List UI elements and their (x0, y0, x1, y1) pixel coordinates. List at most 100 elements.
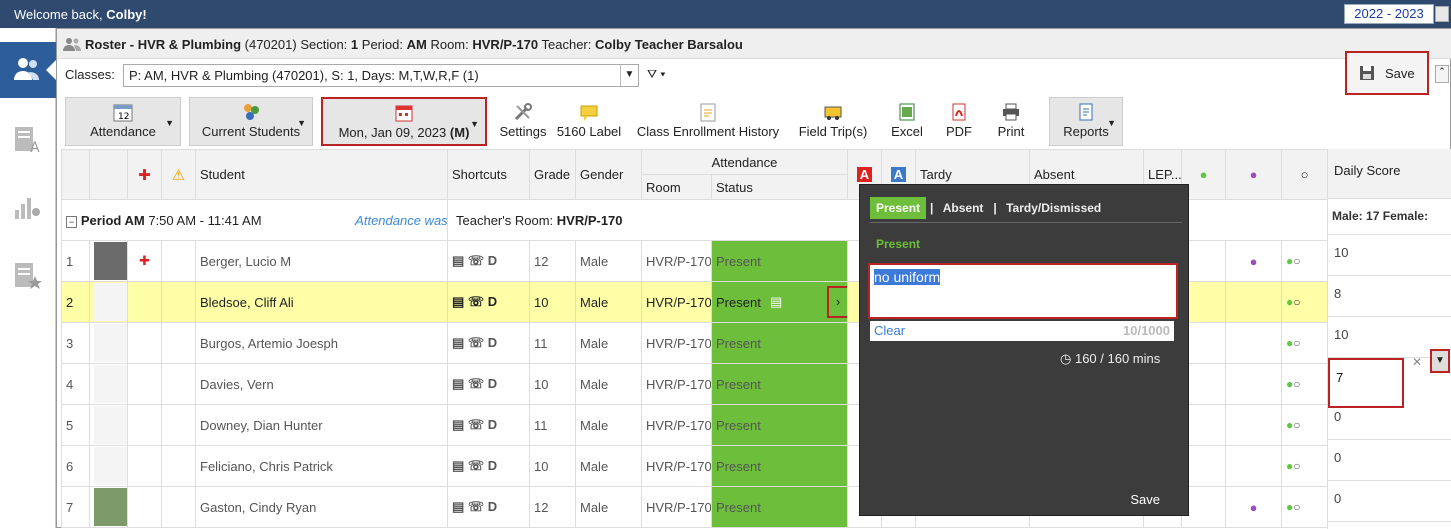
medical-kit-icon: ✚ (139, 253, 150, 268)
attendance-status[interactable]: Present (711, 240, 848, 282)
field-trips-button[interactable]: Field Trip(s) (791, 97, 875, 146)
analytics-icon[interactable] (12, 192, 42, 222)
roster-title-bar: Roster - HVR & Plumbing (470201) Section… (57, 29, 1451, 59)
classes-label: Classes: (65, 67, 115, 82)
popup-save-button[interactable]: Save (1130, 492, 1160, 507)
expand-note-arrow[interactable]: › (827, 286, 847, 318)
tab-present[interactable]: Present (870, 197, 927, 219)
student-name[interactable]: Feliciano, Chris Patrick (195, 445, 448, 487)
note-icon[interactable]: ▤ (770, 294, 782, 310)
attendance-status[interactable]: Present ▤ › (711, 281, 848, 323)
col-number (61, 149, 90, 200)
pdf-icon (952, 103, 966, 121)
clear-note-link[interactable]: Clear (874, 323, 905, 338)
character-count: 10/1000 (1123, 323, 1170, 338)
save-button[interactable]: Save (1345, 51, 1429, 95)
empty-circle-icon: ○ (1300, 167, 1309, 182)
report-icon (1079, 103, 1093, 121)
daily-score-cell[interactable]: 0 (1328, 440, 1451, 481)
daily-score-cell[interactable]: 0 (1328, 481, 1451, 522)
col-alert: ⚠ (161, 149, 196, 200)
daily-score-header[interactable]: Daily Score (1328, 149, 1451, 199)
popup-heading: Present (876, 237, 921, 251)
student-photo (89, 240, 128, 282)
daily-score-cell[interactable]: 0 (1328, 399, 1451, 440)
year-dropdown-icon[interactable] (1435, 6, 1449, 22)
green-dot-icon: ● (1199, 167, 1208, 182)
col-status[interactable]: Status (711, 174, 848, 200)
attendance-status[interactable]: Present (711, 363, 848, 405)
svg-text:A: A (30, 140, 40, 154)
print-button[interactable]: Print (987, 97, 1035, 146)
caret-down-icon: ▼ (165, 118, 174, 128)
col-room[interactable]: Room (641, 174, 712, 200)
col-student[interactable]: Student (195, 149, 448, 200)
grade-report-icon[interactable]: A (12, 124, 42, 154)
settings-button[interactable]: Settings (495, 97, 551, 146)
collapse-period-icon[interactable]: − (66, 215, 78, 228)
student-shortcuts[interactable]: ▤ ☏ D (447, 240, 530, 282)
col-attendance: Attendance (641, 149, 848, 175)
attendance-status[interactable]: Present (711, 322, 848, 364)
chevron-down-icon[interactable]: ▼ (620, 65, 638, 86)
attendance-note-input[interactable]: no uniform (868, 263, 1178, 319)
daily-score-cell[interactable]: 8 (1328, 276, 1451, 317)
floppy-disk-icon (1360, 66, 1375, 80)
attendance-button[interactable]: 12 Attendance ▼ (65, 97, 181, 146)
student-name[interactable]: Gaston, Cindy Ryan (195, 486, 448, 528)
nav-roster[interactable] (0, 42, 56, 98)
school-year-select[interactable]: 2022 - 2023 (1344, 4, 1449, 24)
student-photo (89, 404, 128, 446)
student-name[interactable]: Berger, Lucio M (195, 240, 448, 282)
student-name[interactable]: Downey, Dian Hunter (195, 404, 448, 446)
col-purple-status: ● (1225, 149, 1282, 200)
filter-icon[interactable]: ⛛ ▾ (647, 67, 665, 82)
student-photo (89, 322, 128, 364)
student-photo (89, 281, 128, 323)
reports-button[interactable]: Reports ▼ (1049, 97, 1123, 146)
student-name[interactable]: Davies, Vern (195, 363, 448, 405)
left-navigation: A (0, 28, 56, 528)
student-shortcuts[interactable]: ▤ ☏ D (447, 281, 530, 323)
classes-select[interactable]: P: AM, HVR & Plumbing (470201), S: 1, Da… (123, 64, 639, 87)
class-enrollment-history-button[interactable]: Class Enrollment History (633, 97, 783, 146)
attendance-note-popup: Present | Absent | Tardy/Dismissed Present… (859, 184, 1189, 516)
current-students-button[interactable]: Current Students ▼ (189, 97, 313, 146)
collapse-nav-icon[interactable] (46, 60, 56, 80)
absent-all-icon[interactable]: A (856, 167, 873, 182)
excel-export-button[interactable]: Excel (883, 97, 931, 146)
period-time: 7:50 AM - 11:41 AM (148, 212, 262, 228)
attendance-status[interactable]: Present (711, 404, 848, 446)
attendance-status[interactable]: Present (711, 445, 848, 487)
tab-tardy-dismissed[interactable]: Tardy/Dismissed (1000, 197, 1107, 219)
favorites-list-icon[interactable] (12, 260, 42, 290)
col-empty-status: ○ (1281, 149, 1328, 200)
attendance-status[interactable]: Present (711, 486, 848, 528)
col-shortcuts: Shortcuts (447, 149, 530, 200)
purple-dot-icon: ● (1249, 499, 1258, 515)
tab-absent[interactable]: Absent (937, 197, 990, 219)
label-5160-button[interactable]: 5160 Label (553, 97, 625, 146)
gender-counts: Male: 17 Female: (1328, 199, 1451, 235)
collapse-toggle-icon[interactable]: ⌃ (1435, 65, 1449, 83)
student-name[interactable]: Burgos, Artemio Joesph (195, 322, 448, 364)
student-name[interactable]: Bledsoe, Cliff Ali (195, 281, 448, 323)
pdf-export-button[interactable]: PDF (935, 97, 983, 146)
present-all-icon[interactable]: A (890, 167, 907, 182)
students-group-icon (244, 104, 259, 120)
col-gender[interactable]: Gender (575, 149, 642, 200)
attendance-date-button[interactable]: Mon, Jan 09, 2023 (M) ▼ (321, 97, 487, 146)
calendar-icon: 12 (113, 104, 133, 122)
date-calendar-icon (395, 105, 413, 122)
col-grade[interactable]: Grade (529, 149, 576, 200)
daily-score-cell[interactable]: 10 (1328, 235, 1451, 276)
score-dropdown-icon[interactable]: ▼ (1430, 349, 1450, 373)
minutes-present: ◷ 160 / 160 mins (1060, 351, 1161, 366)
welcome-message: Welcome back, Colby! (14, 7, 147, 22)
clock-icon: ◷ (1060, 351, 1072, 366)
medical-kit-icon: ✚ (138, 166, 151, 184)
col-photo (89, 149, 128, 200)
clear-score-icon[interactable]: ✕ (1412, 355, 1422, 369)
attendance-not-taken: Attendance was not taken (355, 212, 448, 228)
user-name: Colby! (106, 7, 147, 22)
